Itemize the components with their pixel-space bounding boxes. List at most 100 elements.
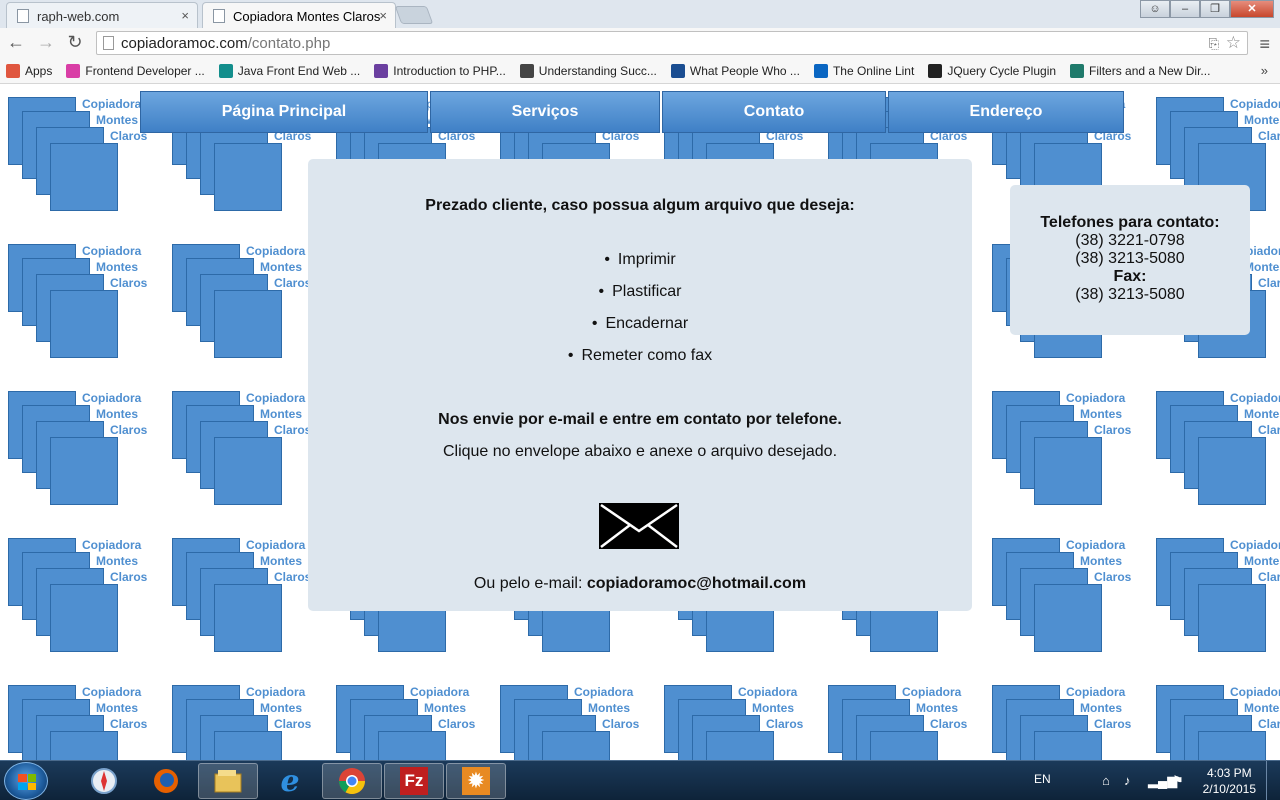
- show-desktop-button[interactable]: [1266, 761, 1280, 800]
- close-icon[interactable]: ×: [181, 8, 189, 23]
- logo-text: Montes: [1244, 407, 1280, 421]
- logo-tile: Copiadora Montes Claros: [8, 538, 172, 685]
- code-icon: [1070, 63, 1085, 78]
- linkedin-icon: [813, 63, 828, 78]
- settings-icon[interactable]: ✹: [446, 763, 506, 799]
- bookmark-item[interactable]: Understanding Succ...: [519, 63, 657, 78]
- logo-text: Montes: [1080, 407, 1122, 421]
- logo-text: Copiadora: [1230, 538, 1280, 552]
- logo-text: Claros: [438, 717, 476, 731]
- ie-icon[interactable]: e: [260, 763, 320, 799]
- filezilla-icon[interactable]: Fz: [384, 763, 444, 799]
- logo-tile: Copiadora Montes Claros: [1156, 391, 1280, 538]
- volume-icon[interactable]: ♪: [1124, 773, 1131, 788]
- clock-date: 2/10/2015: [1202, 782, 1256, 796]
- tab-title: Copiadora Montes Claros: [233, 9, 381, 24]
- bookmarks-bar: Apps Frontend Developer ... Java Front End…: [0, 58, 1280, 84]
- bookmark-item[interactable]: Java Front End Web ...: [218, 63, 361, 78]
- bookmark-item[interactable]: Filters and a New Dir...: [1070, 63, 1211, 78]
- bookmark-item[interactable]: JQuery Cycle Plugin: [928, 63, 1057, 78]
- logo-text: Claros: [274, 717, 312, 731]
- nav-endereco[interactable]: Endereço: [888, 91, 1124, 133]
- logo-text: Claros: [1094, 717, 1132, 731]
- logo-text: Claros: [110, 570, 148, 584]
- page-icon: [17, 9, 29, 23]
- logo-text: Montes: [96, 701, 138, 715]
- chrome-icon[interactable]: [322, 763, 382, 799]
- logo-text: Montes: [260, 407, 302, 421]
- language-indicator[interactable]: EN: [1034, 772, 1051, 786]
- back-arrow-icon[interactable]: ←: [4, 32, 28, 53]
- logo-text: Montes: [260, 260, 302, 274]
- logo-text: Copiadora: [246, 685, 306, 699]
- bookmark-item[interactable]: Frontend Developer ...: [66, 63, 205, 78]
- page-icon: [103, 36, 114, 50]
- logo-text: Montes: [424, 701, 466, 715]
- flag-icon[interactable]: ⚑: [1172, 773, 1184, 789]
- apps-grid-icon: [6, 63, 20, 78]
- logo-text: Montes: [96, 260, 138, 274]
- logo-text: Copiadora: [574, 685, 634, 699]
- send-heading: Nos envie por e-mail e entre em contato …: [438, 411, 842, 428]
- logo-text: Copiadora: [82, 685, 142, 699]
- logo-text: Claros: [930, 717, 968, 731]
- bookmark-label: The Online Lint: [832, 63, 915, 78]
- logo-text: Montes: [752, 701, 794, 715]
- more-bookmarks-icon[interactable]: »: [1261, 63, 1268, 78]
- tab-title: raph-web.com: [37, 9, 120, 24]
- logo-tile: Copiadora Montes Claros: [992, 391, 1156, 538]
- logo-text: Copiadora: [82, 244, 142, 258]
- windows-taskbar: e Fz ✹ EN ⌂ ♪ ▂▄▆ ⚑ 4:03 PM 2/10/2015: [0, 760, 1280, 800]
- doc-icon: [519, 63, 534, 78]
- reload-icon[interactable]: ↻: [63, 32, 87, 53]
- start-button[interactable]: [4, 762, 48, 800]
- clock[interactable]: 4:03 PM 2/10/2015: [1203, 765, 1256, 797]
- logo-text: Copiadora: [246, 391, 306, 405]
- restore-button[interactable]: ❐: [1200, 0, 1230, 18]
- tab-raph-web[interactable]: raph-web.com ×: [6, 2, 198, 28]
- windows-logo-icon: [18, 774, 36, 790]
- logo-text: Copiadora: [738, 685, 798, 699]
- fax-number: (38) 3213-5080: [1075, 286, 1185, 303]
- logo-text: Copiadora: [1066, 391, 1126, 405]
- user-icon[interactable]: ☺: [1140, 0, 1170, 18]
- bookmark-item[interactable]: Apps: [6, 63, 52, 78]
- explorer-icon[interactable]: [198, 763, 258, 799]
- logo-tile: Copiadora Montes Claros: [8, 391, 172, 538]
- address-bar[interactable]: copiadoramoc.com/contato.php ⎘ ☆: [96, 31, 1248, 55]
- translate-icon[interactable]: ⎘: [1209, 36, 1219, 52]
- bookmark-item[interactable]: The Online Lint: [813, 63, 915, 78]
- list-item: Encadernar: [308, 313, 972, 345]
- menu-icon[interactable]: ≡: [1259, 34, 1270, 55]
- network-device-icon[interactable]: ⌂: [1102, 773, 1110, 788]
- firefox-icon[interactable]: [136, 763, 196, 799]
- forward-arrow-icon[interactable]: →: [34, 32, 58, 53]
- close-icon[interactable]: ×: [379, 8, 387, 23]
- bookmark-label: Filters and a New Dir...: [1089, 63, 1211, 78]
- nav-servicos[interactable]: Serviços: [430, 91, 660, 133]
- logo-text: Copiadora: [1230, 391, 1280, 405]
- list-item: Imprimir: [308, 249, 972, 281]
- nav-pagina-principal[interactable]: Página Principal: [140, 91, 428, 133]
- safari-icon[interactable]: [74, 763, 134, 799]
- logo-tile: Copiadora Montes Claros: [664, 685, 828, 760]
- new-tab-button[interactable]: [394, 6, 434, 24]
- close-window-button[interactable]: ✕: [1230, 0, 1274, 18]
- bookmark-label: Java Front End Web ...: [237, 63, 361, 78]
- logo-tile: Copiadora Montes Claros: [8, 244, 172, 391]
- logo-text: Claros: [110, 423, 148, 437]
- bookmark-label: Frontend Developer ...: [85, 63, 205, 78]
- list-item: Remeter como fax: [308, 345, 972, 377]
- envelope-icon[interactable]: [598, 499, 680, 553]
- bookmark-star-icon[interactable]: ☆: [1226, 33, 1241, 53]
- logo-text: Claros: [274, 423, 312, 437]
- minimize-button[interactable]: ‒: [1170, 0, 1200, 18]
- tab-copiadora[interactable]: Copiadora Montes Claros ×: [202, 2, 396, 28]
- list-item: Plastificar: [308, 281, 972, 313]
- bookmark-item[interactable]: Introduction to PHP...: [374, 63, 506, 78]
- logo-tile: Copiadora Montes Claros: [992, 685, 1156, 760]
- nav-contato[interactable]: Contato: [662, 91, 886, 133]
- bookmark-label: JQuery Cycle Plugin: [947, 63, 1057, 78]
- email-link[interactable]: copiadoramoc@hotmail.com: [587, 575, 806, 592]
- bookmark-item[interactable]: What People Who ...: [670, 63, 800, 78]
